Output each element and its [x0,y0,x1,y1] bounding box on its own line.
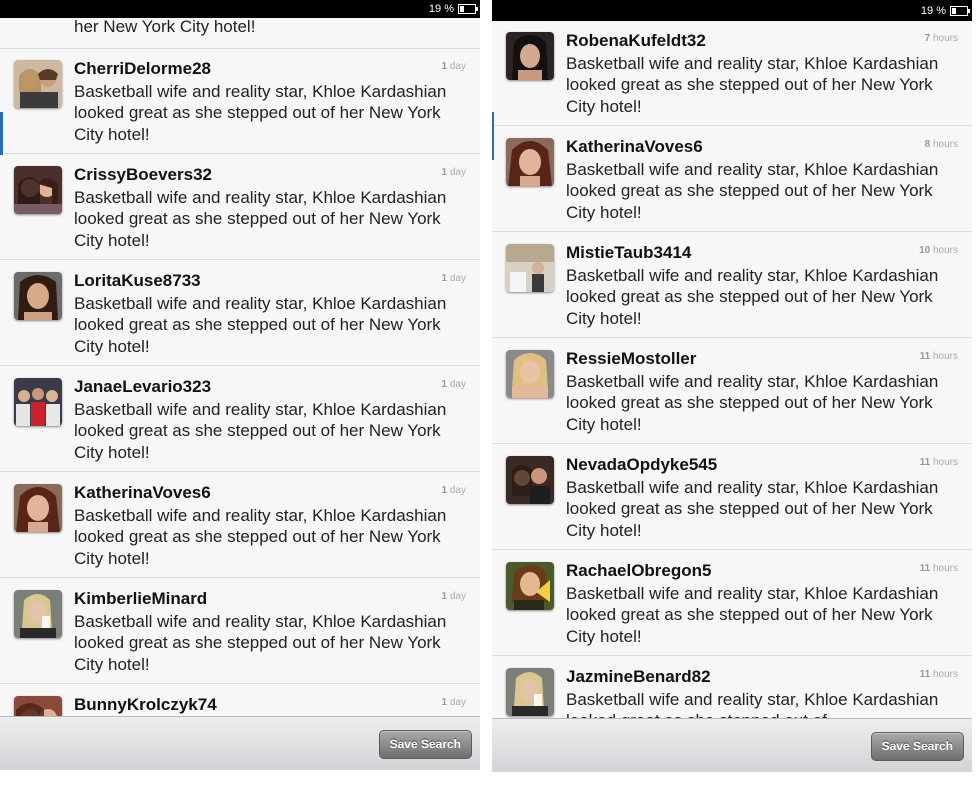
tweet-text: Basketball wife and reality star, Khloe … [566,266,939,328]
accent-edge [0,112,3,155]
battery-icon [458,4,478,14]
username[interactable]: BunnyKrolczyk74 [74,695,217,715]
avatar[interactable] [14,272,62,320]
timestamp: 11 hours [919,669,958,680]
save-search-button[interactable]: Save Search [870,732,964,761]
battery-percent: 19 % [428,3,454,15]
left-screen: 19 % her New York City hotel! CherriDelo… [0,0,480,770]
tweet-text: Basketball wife and reality star, Khloe … [74,612,447,674]
tweet-row[interactable]: BunnyKrolczyk74 1 day [0,685,480,716]
battery-icon [950,6,970,16]
avatar[interactable] [506,456,554,504]
avatar[interactable] [14,696,62,716]
tweet-list[interactable]: her New York City hotel! CherriDelorme28… [0,18,480,716]
tweet-text: Basketball wife and reality star, Khloe … [566,160,939,222]
tweet-list[interactable]: RobenaKufeldt32 7 hours Basketball wife … [492,21,972,718]
bottom-toolbar: Save Search [0,716,480,770]
avatar[interactable] [506,562,554,610]
status-bar: 19 % [492,0,972,21]
tweet-row[interactable]: MistieTaub3414 10 hours Basketball wife … [492,233,972,338]
avatar[interactable] [14,484,62,532]
username[interactable]: CrissyBoevers32 [74,165,212,185]
tweet-row[interactable]: RachaelObregon5 11 hours Basketball wife… [492,551,972,656]
tweet-text: Basketball wife and reality star, Khloe … [74,188,447,250]
tweet-text: Basketball wife and reality star, Khloe … [566,478,939,540]
timestamp: 1 day [441,61,466,72]
username[interactable]: LoritaKuse8733 [74,271,201,291]
username[interactable]: KimberlieMinard [74,589,207,609]
username[interactable]: JazmineBenard82 [566,667,711,687]
avatar[interactable] [14,166,62,214]
accent-edge [492,112,494,160]
username[interactable]: NevadaOpdyke545 [566,455,717,475]
right-screen: 19 % RobenaKufeldt32 7 hours Basketball … [492,0,972,772]
avatar[interactable] [14,378,62,426]
tweet-row[interactable]: LoritaKuse8733 1 day Basketball wife and… [0,261,480,366]
tweet-row[interactable]: KatherinaVoves6 1 day Basketball wife an… [0,473,480,578]
avatar[interactable] [506,350,554,398]
tweet-text: Basketball wife and reality star, Khloe … [566,372,939,434]
username[interactable]: RobenaKufeldt32 [566,31,706,51]
timestamp: 11 hours [919,457,958,468]
timestamp: 1 day [441,697,466,708]
timestamp: 7 hours [924,33,958,44]
tweet-text: Basketball wife and reality star, Khloe … [74,82,447,144]
battery-percent: 19 % [920,5,946,17]
avatar[interactable] [506,138,554,186]
tweet-text: Basketball wife and reality star, Khloe … [74,506,447,568]
timestamp: 1 day [441,273,466,284]
username[interactable]: KatherinaVoves6 [566,137,703,157]
tweet-row[interactable]: KatherinaVoves6 8 hours Basketball wife … [492,127,972,232]
username[interactable]: JanaeLevario323 [74,377,211,397]
tweet-text: Basketball wife and reality star, Khloe … [566,54,939,116]
tweet-text: Basketball wife and reality star, Khloe … [74,400,447,462]
avatar[interactable] [506,244,554,292]
timestamp: 10 hours [919,245,958,256]
tweet-row[interactable]: RobenaKufeldt32 7 hours Basketball wife … [492,21,972,126]
tweet-row[interactable]: CherriDelorme28 1 day Basketball wife an… [0,49,480,154]
timestamp: 8 hours [924,139,958,150]
username[interactable]: RachaelObregon5 [566,561,712,581]
tweet-row[interactable]: KimberlieMinard 1 day Basketball wife an… [0,579,480,684]
tweet-text: Basketball wife and reality star, Khloe … [566,690,939,718]
avatar[interactable] [506,668,554,716]
status-bar: 19 % [0,0,480,18]
avatar[interactable] [14,590,62,638]
username[interactable]: MistieTaub3414 [566,243,691,263]
bottom-toolbar: Save Search [492,718,972,772]
tweet-row[interactable]: JazmineBenard82 11 hours Basketball wife… [492,657,972,718]
avatar[interactable] [506,32,554,80]
username[interactable]: RessieMostoller [566,349,696,369]
timestamp: 1 day [441,591,466,602]
tweet-row[interactable]: JanaeLevario323 1 day Basketball wife an… [0,367,480,472]
tweet-row[interactable]: CrissyBoevers32 1 day Basketball wife an… [0,155,480,260]
avatar[interactable] [14,60,62,108]
username[interactable]: CherriDelorme28 [74,59,211,79]
save-search-button[interactable]: Save Search [378,730,472,759]
tweet-row[interactable]: RessieMostoller 11 hours Basketball wife… [492,339,972,444]
tweet-text: Basketball wife and reality star, Khloe … [566,584,939,646]
timestamp: 1 day [441,379,466,390]
timestamp: 11 hours [919,563,958,574]
tweet-text-partial: her New York City hotel! [74,18,256,36]
tweet-row[interactable]: NevadaOpdyke545 11 hours Basketball wife… [492,445,972,550]
username[interactable]: KatherinaVoves6 [74,483,211,503]
tweet-text: Basketball wife and reality star, Khloe … [74,294,447,356]
timestamp: 1 day [441,167,466,178]
timestamp: 11 hours [919,351,958,362]
timestamp: 1 day [441,485,466,496]
